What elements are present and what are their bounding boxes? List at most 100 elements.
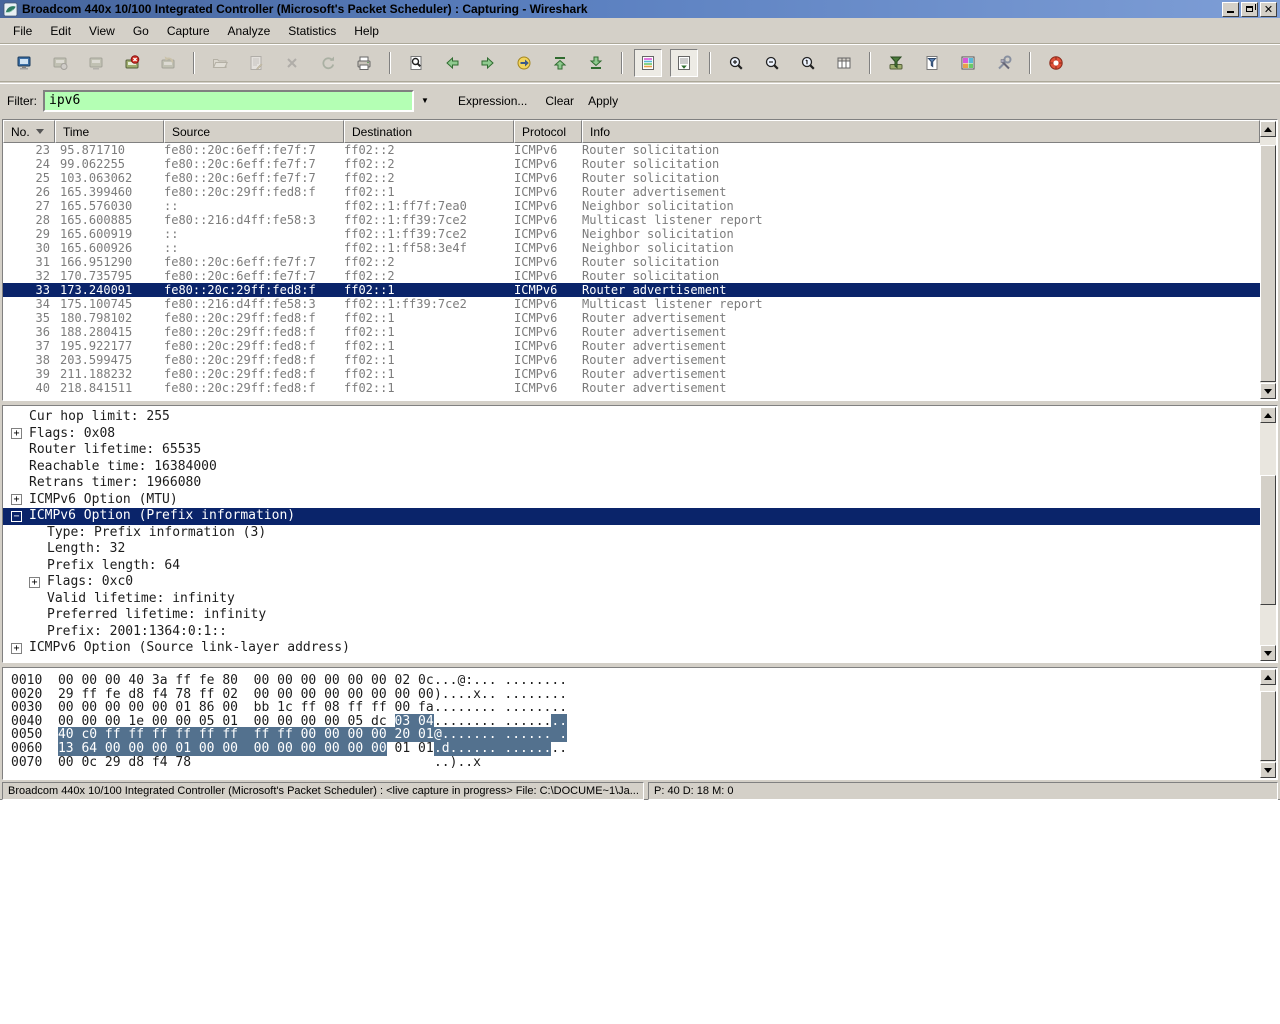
detail-row[interactable]: Router lifetime: 65535 [3, 442, 1260, 459]
table-row[interactable]: 37195.922177fe80::20c:29ff:fed8:fff02::1… [3, 339, 1260, 353]
menu-go[interactable]: Go [124, 20, 158, 42]
table-row[interactable]: 2395.871710fe80::20c:6eff:fe7f:7ff02::2I… [3, 143, 1260, 157]
table-row[interactable]: 32170.735795fe80::20c:6eff:fe7f:7ff02::2… [3, 269, 1260, 283]
hex-scrollbar[interactable] [1260, 669, 1276, 778]
apply-button[interactable]: Apply [583, 92, 623, 110]
detail-row-selected[interactable]: −ICMPv6 Option (Prefix information) [3, 508, 1260, 525]
detail-row[interactable]: Reachable time: 16384000 [3, 459, 1260, 476]
column-header-source[interactable]: Source [164, 120, 344, 143]
list-interfaces-button[interactable] [10, 49, 38, 77]
detail-row[interactable]: +Flags: 0x08 [3, 426, 1260, 443]
column-header-info[interactable]: Info [582, 120, 1260, 143]
hex-row[interactable]: 0010 00 00 00 40 3a ff fe 80 00 00 00 00… [11, 674, 1260, 688]
table-row[interactable]: 26165.399460fe80::20c:29ff:fed8:fff02::1… [3, 185, 1260, 199]
scroll-up-button[interactable] [1260, 407, 1276, 423]
menu-edit[interactable]: Edit [41, 20, 80, 42]
auto-scroll-button[interactable] [670, 49, 698, 77]
expand-icon[interactable]: + [29, 577, 40, 588]
hex-row[interactable]: 0040 00 00 00 1e 00 00 05 01 00 00 00 00… [11, 715, 1260, 729]
hex-row[interactable]: 0060 13 64 00 00 00 01 00 00 00 00 00 00… [11, 742, 1260, 756]
stop-capture-button[interactable] [118, 49, 146, 77]
title-bar[interactable]: Broadcom 440x 10/100 Integrated Controll… [0, 0, 1280, 18]
minimize-button[interactable] [1222, 2, 1239, 17]
table-row[interactable]: 38203.599475fe80::20c:29ff:fed8:fff02::1… [3, 353, 1260, 367]
detail-row[interactable]: Prefix length: 64 [3, 558, 1260, 575]
go-forward-button[interactable] [474, 49, 502, 77]
detail-row[interactable]: +Flags: 0xc0 [3, 574, 1260, 591]
menu-analyze[interactable]: Analyze [219, 20, 280, 42]
display-filters-button[interactable] [918, 49, 946, 77]
go-to-packet-button[interactable] [510, 49, 538, 77]
help-button[interactable] [1042, 49, 1070, 77]
hex-row[interactable]: 0070 00 0c 29 d8 f4 78..)..x [11, 756, 1260, 770]
zoom-100-button[interactable] [794, 49, 822, 77]
table-row[interactable]: 30165.600926::ff02::1:ff58:3e4fICMPv6Nei… [3, 241, 1260, 255]
table-row-selected[interactable]: 33173.240091fe80::20c:29ff:fed8:fff02::1… [3, 283, 1260, 297]
coloring-rules-button[interactable] [954, 49, 982, 77]
hex-row[interactable]: 0020 29 ff fe d8 f4 78 ff 02 00 00 00 00… [11, 688, 1260, 702]
expand-icon[interactable]: + [11, 494, 22, 505]
table-row[interactable]: 40218.841511fe80::20c:29ff:fed8:fff02::1… [3, 381, 1260, 395]
filter-dropdown-button[interactable]: ▼ [417, 91, 433, 111]
clear-button[interactable]: Clear [540, 92, 579, 110]
scroll-thumb[interactable] [1260, 691, 1276, 761]
scroll-down-button[interactable] [1260, 645, 1276, 661]
table-row[interactable]: 29165.600919::ff02::1:ff39:7ce2ICMPv6Nei… [3, 227, 1260, 241]
detail-row[interactable]: Length: 32 [3, 541, 1260, 558]
resize-columns-button[interactable] [830, 49, 858, 77]
go-to-bottom-button[interactable] [582, 49, 610, 77]
detail-row[interactable]: +ICMPv6 Option (Source link-layer addres… [3, 640, 1260, 657]
find-packet-button[interactable] [402, 49, 430, 77]
scroll-thumb[interactable] [1260, 475, 1276, 605]
table-row[interactable]: 28165.600885fe80::216:d4ff:fe58:3ff02::1… [3, 213, 1260, 227]
zoom-out-button[interactable] [758, 49, 786, 77]
detail-row[interactable]: Valid lifetime: infinity [3, 591, 1260, 608]
colorize-button[interactable] [634, 49, 662, 77]
filter-input[interactable] [43, 90, 414, 112]
preferences-button[interactable] [990, 49, 1018, 77]
table-row[interactable]: 25103.063062fe80::20c:6eff:fe7f:7ff02::2… [3, 171, 1260, 185]
detail-row[interactable]: Preferred lifetime: infinity [3, 607, 1260, 624]
expression-button[interactable]: Expression... [453, 92, 532, 110]
detail-row[interactable]: Type: Prefix information (3) [3, 525, 1260, 542]
go-to-top-button[interactable] [546, 49, 574, 77]
column-header-time[interactable]: Time [55, 120, 164, 143]
packet-list-scrollbar[interactable] [1260, 121, 1276, 399]
table-row[interactable]: 27165.576030::ff02::1:ff7f:7ea0ICMPv6Nei… [3, 199, 1260, 213]
scroll-up-button[interactable] [1260, 121, 1276, 137]
column-header-destination[interactable]: Destination [344, 120, 514, 143]
table-row[interactable]: 2499.062255fe80::20c:6eff:fe7f:7ff02::2I… [3, 157, 1260, 171]
print-button[interactable] [350, 49, 378, 77]
menu-statistics[interactable]: Statistics [279, 20, 345, 42]
menu-help[interactable]: Help [345, 20, 388, 42]
hex-row[interactable]: 0050 40 c0 ff ff ff ff ff ff ff ff 00 00… [11, 728, 1260, 742]
scroll-up-button[interactable] [1260, 669, 1276, 685]
table-row[interactable]: 36188.280415fe80::20c:29ff:fed8:fff02::1… [3, 325, 1260, 339]
close-button[interactable]: ✕ [1260, 2, 1277, 17]
collapse-icon[interactable]: − [11, 511, 22, 522]
go-back-button[interactable] [438, 49, 466, 77]
expand-icon[interactable]: + [11, 643, 22, 654]
details-scrollbar[interactable] [1260, 407, 1276, 661]
zoom-in-button[interactable] [722, 49, 750, 77]
menu-view[interactable]: View [80, 20, 124, 42]
detail-row[interactable]: Retrans timer: 1966080 [3, 475, 1260, 492]
column-header-no[interactable]: No. [3, 120, 55, 143]
scroll-thumb[interactable] [1260, 145, 1276, 382]
restore-button[interactable] [1241, 2, 1258, 17]
detail-row[interactable]: Prefix: 2001:1364:0:1:: [3, 624, 1260, 641]
table-row[interactable]: 35180.798102fe80::20c:29ff:fed8:fff02::1… [3, 311, 1260, 325]
detail-row[interactable]: +ICMPv6 Option (MTU) [3, 492, 1260, 509]
menu-file[interactable]: File [4, 20, 41, 42]
scroll-down-button[interactable] [1260, 383, 1276, 399]
table-row[interactable]: 39211.188232fe80::20c:29ff:fed8:fff02::1… [3, 367, 1260, 381]
detail-row[interactable]: Cur hop limit: 255 [3, 409, 1260, 426]
expand-icon[interactable]: + [11, 428, 22, 439]
menu-capture[interactable]: Capture [158, 20, 219, 42]
column-header-protocol[interactable]: Protocol [514, 120, 582, 143]
table-row[interactable]: 31166.951290fe80::20c:6eff:fe7f:7ff02::2… [3, 255, 1260, 269]
capture-filters-button[interactable] [882, 49, 910, 77]
scroll-down-button[interactable] [1260, 762, 1276, 778]
table-row[interactable]: 34175.100745fe80::216:d4ff:fe58:3ff02::1… [3, 297, 1260, 311]
hex-row[interactable]: 0030 00 00 00 00 00 01 86 00 bb 1c ff 08… [11, 701, 1260, 715]
